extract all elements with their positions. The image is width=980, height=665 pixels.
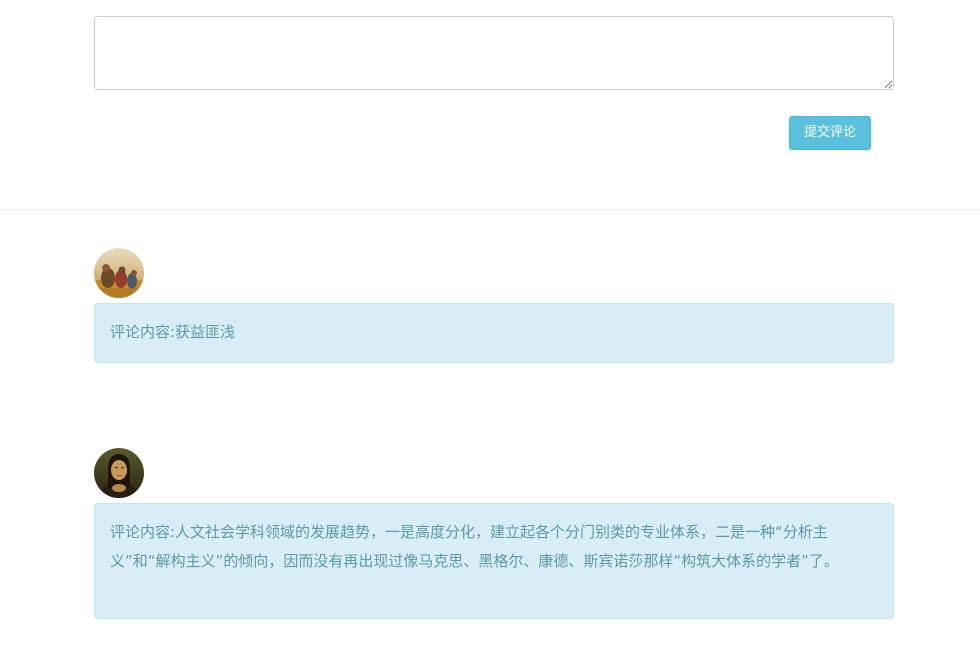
avatar-mona-lisa-icon — [94, 448, 144, 498]
submit-comment-button[interactable]: 提交评论 — [789, 116, 871, 150]
comment-text: 评论内容:人文社会学科领域的发展趋势，一是高度分化，建立起各个分门别类的专业体系… — [110, 523, 839, 570]
avatar-painting-harvest-icon — [94, 248, 144, 298]
comment-page: 提交评论 评论内容:获益匪浅 评论内容:人文社会学科领域的发展趋势，一是高度分化… — [0, 0, 980, 665]
comment-input[interactable] — [94, 16, 894, 90]
comment-text: 评论内容:获益匪浅 — [110, 323, 236, 341]
comment-content: 评论内容:人文社会学科领域的发展趋势，一是高度分化，建立起各个分门别类的专业体系… — [94, 503, 894, 619]
comment-content: 评论内容:获益匪浅 — [94, 303, 894, 363]
section-divider — [0, 209, 980, 210]
